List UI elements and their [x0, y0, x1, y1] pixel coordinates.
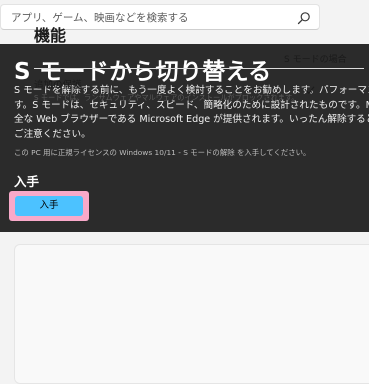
description-line: 全な Web ブラウザーである Microsoft Edge が提供されます。い… [14, 114, 369, 125]
license-note: この PC 用に正規ライセンスの Windows 10/11 - S モードの解… [14, 148, 311, 157]
feature-row-description: S モードでは、ランサムウェアやマルウェアのインストールがブロックされます。 [34, 93, 299, 102]
s-mode-column-header: S モードの場合 [284, 55, 347, 65]
s-mode-switch-panel: S モードから切り替える S モードを解除する前に、もう一度よく検討することをお… [0, 44, 369, 232]
check-icon [305, 80, 315, 95]
get-button[interactable]: 入手 [15, 196, 83, 216]
search-icon[interactable] [297, 10, 311, 25]
divider [34, 68, 364, 69]
feature-row-label: 追加の保護 [34, 80, 82, 91]
description-line: ご注意ください。 [14, 128, 91, 140]
features-heading: 機能 [34, 26, 67, 45]
features-card [14, 244, 369, 384]
get-heading: 入手 [14, 174, 40, 189]
